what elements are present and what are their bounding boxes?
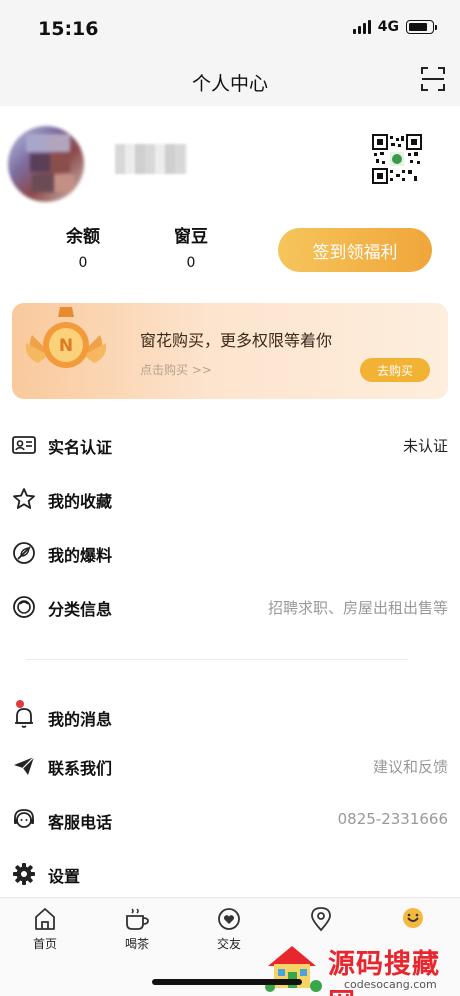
menu-label: 实名认证 (48, 438, 113, 457)
vip-title: 窗花购买，更多权限等着你 (140, 331, 333, 350)
menu-value: 0825-2331666 (337, 810, 448, 828)
menu-label: 客服电话 (48, 813, 113, 832)
home-icon (35, 908, 55, 930)
smile-icon (403, 908, 423, 928)
tab-tea[interactable]: 喝茶 (107, 906, 167, 952)
network-type: 4G (377, 19, 399, 35)
watermark-url: codesocang.com (344, 978, 437, 991)
status-bar: 15:16 4G (0, 0, 460, 58)
menu-item-classifieds[interactable]: 分类信息 招聘求职、房屋出租出售等 (0, 587, 460, 627)
menu-item-real-name[interactable]: 实名认证 未认证 (0, 425, 460, 465)
tab-label: 喝茶 (124, 937, 149, 951)
status-time: 15:16 (38, 18, 99, 40)
menu-value: 招聘求职、房屋出租出售等 (267, 599, 448, 617)
menu-label: 联系我们 (48, 759, 113, 778)
scan-icon[interactable] (420, 66, 446, 92)
page-title: 个人中心 (191, 73, 268, 95)
qr-code-icon[interactable] (372, 134, 422, 184)
menu-item-service-phone[interactable]: 客服电话 0825-2331666 (0, 800, 460, 840)
vip-card[interactable]: N 窗花购买，更多权限等着你 点击购买 >> 去购买 (12, 303, 448, 399)
leaf-icon (13, 542, 35, 564)
signin-button[interactable]: 签到领福利 (278, 228, 432, 272)
tab-mine[interactable] (383, 906, 443, 935)
menu-label: 设置 (48, 867, 81, 886)
battery-icon (406, 20, 437, 34)
bell-icon (15, 708, 33, 728)
menu-label: 分类信息 (48, 600, 113, 619)
beans-value: 0 (186, 255, 196, 271)
menu-item-settings[interactable]: 设置 (0, 854, 460, 894)
menu-item-messages[interactable]: 我的消息 (0, 697, 460, 737)
id-card-icon (12, 436, 36, 454)
heart-bubble-icon (218, 908, 240, 930)
menu-label: 我的收藏 (48, 492, 113, 511)
menu-item-reports[interactable]: 我的爆料 (0, 533, 460, 573)
headset-icon (14, 809, 34, 828)
avatar[interactable] (8, 126, 84, 202)
tab-location[interactable] (291, 906, 351, 935)
status-indicators: 4G (352, 19, 437, 35)
balance-stat[interactable]: 余额 0 (53, 222, 113, 271)
paper-plane-icon (14, 756, 35, 775)
tab-home[interactable]: 首页 (15, 906, 75, 952)
medal-letter: N (59, 336, 73, 356)
menu-label: 我的爆料 (48, 546, 113, 565)
buy-button[interactable]: 去购买 (360, 358, 430, 382)
signal-icon (352, 20, 371, 34)
menu-item-contact[interactable]: 联系我们 建议和反馈 (0, 746, 460, 786)
medal-icon: N (25, 307, 107, 368)
menu-label: 我的消息 (48, 710, 113, 729)
beans-stat[interactable]: 窗豆 0 (161, 222, 221, 271)
unread-badge (16, 700, 24, 708)
menu-value: 建议和反馈 (372, 758, 448, 776)
tab-friends[interactable]: 交友 (199, 906, 259, 952)
location-icon (311, 907, 331, 932)
watermark-logo-icon (265, 946, 322, 992)
divider (26, 659, 408, 660)
menu-item-favorites[interactable]: 我的收藏 (0, 479, 460, 519)
username (115, 144, 187, 174)
home-indicator (152, 979, 302, 985)
cup-icon (126, 908, 149, 930)
gear-icon (13, 863, 35, 885)
star-icon (13, 488, 35, 509)
balance-label: 余额 (66, 227, 100, 247)
vip-subtitle[interactable]: 点击购买 >> (140, 361, 212, 378)
menu-value: 未认证 (402, 437, 448, 455)
balance-value: 0 (78, 255, 88, 271)
nav-bar: 个人中心 (0, 58, 460, 106)
tab-label: 交友 (216, 937, 241, 951)
tab-label: 首页 (32, 937, 57, 951)
beans-label: 窗豆 (174, 227, 208, 247)
circle-icon (13, 596, 35, 618)
watermark: 源码搜藏网 codesocang.com (262, 938, 460, 996)
profile-section (0, 106, 460, 216)
